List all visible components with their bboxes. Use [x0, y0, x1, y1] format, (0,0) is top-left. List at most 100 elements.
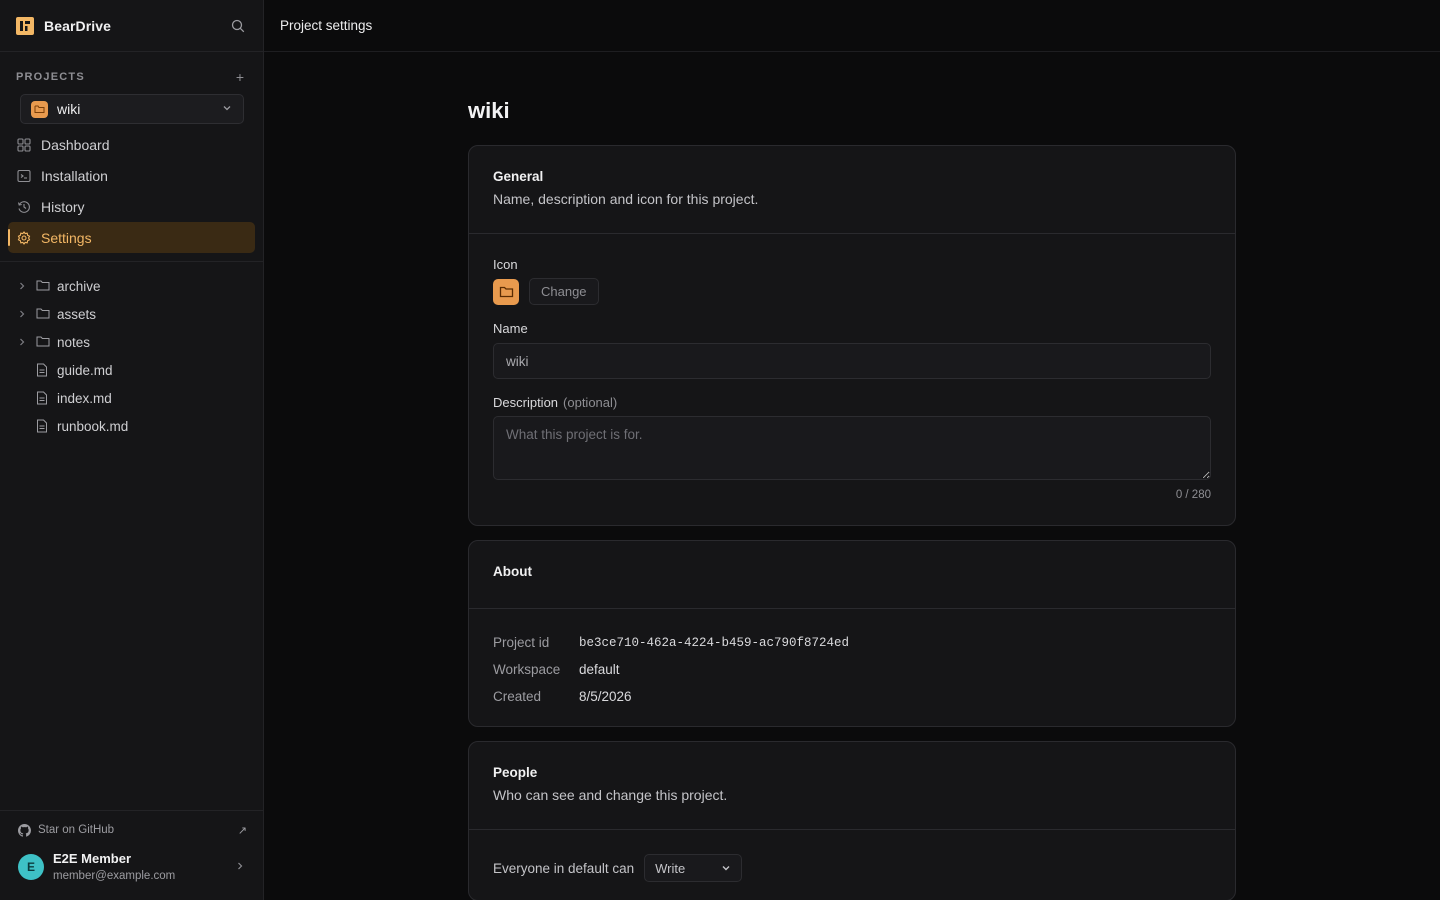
about-row-workspace: Workspace default: [493, 656, 1211, 683]
divider: [0, 261, 263, 262]
sidebar-footer: Star on GitHub ↗ E E2E Member member@exa…: [0, 810, 263, 900]
workspace-value: default: [579, 662, 620, 677]
github-icon: [18, 823, 31, 837]
tree-folder-archive[interactable]: archive: [0, 272, 263, 300]
tree-item-label: notes: [57, 334, 91, 350]
tree-item-label: runbook.md: [57, 418, 129, 434]
sidebar-item-settings[interactable]: Settings: [8, 222, 255, 253]
tree-file-index[interactable]: index.md: [0, 384, 263, 412]
brand-name: BearDrive: [44, 17, 112, 34]
dashboard-icon: [17, 137, 31, 152]
about-row-created: Created 8/5/2026: [493, 683, 1211, 710]
sidebar-item-history[interactable]: History: [8, 191, 255, 222]
people-title: People: [493, 765, 538, 780]
name-field[interactable]: [493, 343, 1211, 379]
about-row-project-id: Project id be3ce710-462a-4224-b459-ac790…: [493, 629, 1211, 656]
folder-icon: [36, 307, 50, 321]
github-star-link[interactable]: Star on GitHub ↗: [0, 821, 263, 839]
beardrive-logo-icon: [16, 16, 34, 35]
folder-icon: [36, 335, 50, 349]
chevron-right-icon[interactable]: [18, 337, 28, 347]
user-info: E2E Member member@example.com: [53, 851, 175, 882]
history-icon: [17, 200, 31, 214]
avatar: E: [18, 853, 44, 880]
tree-item-label: guide.md: [57, 362, 113, 378]
general-card-header: General Name, description and icon for t…: [469, 146, 1235, 234]
sidebar-item-label: Settings: [41, 229, 92, 246]
project-selector-value: wiki: [57, 101, 81, 117]
folder-icon: [36, 279, 50, 293]
permission-value: Write: [655, 860, 686, 876]
tree-file-guide[interactable]: guide.md: [0, 356, 263, 384]
file-icon: [36, 363, 50, 377]
sidebar-nav: Dashboard Installation History Settings: [0, 129, 263, 253]
page-title: wiki: [468, 98, 510, 123]
description-label: Description: [493, 395, 559, 410]
chevron-right-icon[interactable]: [18, 281, 28, 291]
chevron-right-icon[interactable]: [18, 309, 28, 319]
tree-item-label: index.md: [57, 390, 112, 406]
optional-label: (optional): [563, 395, 618, 410]
about-title: About: [493, 564, 532, 579]
chevron-right-icon: [235, 859, 245, 875]
github-link-label: Star on GitHub: [38, 824, 115, 836]
people-card-header: People Who can see and change this proje…: [469, 742, 1235, 830]
chevron-down-icon: [721, 861, 731, 876]
about-card-body: Project id be3ce710-462a-4224-b459-ac790…: [469, 609, 1235, 726]
sidebar-item-label: History: [41, 198, 85, 215]
description-field[interactable]: [493, 416, 1211, 480]
change-icon-button[interactable]: Change: [529, 278, 599, 305]
projects-header: PROJECTS +: [0, 69, 263, 85]
description-char-counter: 0 / 280: [1175, 489, 1211, 501]
file-tree: archive assets notes guide.md index.md r…: [0, 272, 263, 440]
gear-icon: [17, 230, 31, 245]
user-email: member@example.com: [53, 870, 176, 882]
about-key: Workspace: [493, 662, 561, 677]
tree-item-label: archive: [57, 278, 101, 294]
people-card-body: Everyone in default can Write: [469, 854, 1235, 882]
project-folder-icon: [31, 100, 48, 118]
people-description: Who can see and change this project.: [493, 787, 728, 803]
sidebar: BearDrive PROJECTS + wiki Dashboard Inst…: [0, 0, 264, 900]
settings-main: wiki General Name, description and icon …: [468, 52, 1236, 900]
tree-folder-notes[interactable]: notes: [0, 328, 263, 356]
add-project-button[interactable]: +: [233, 69, 247, 85]
general-card: General Name, description and icon for t…: [468, 145, 1236, 526]
sidebar-item-label: Dashboard: [41, 136, 110, 153]
sidebar-item-label: Installation: [41, 167, 108, 184]
everyone-label: Everyone in default can: [493, 860, 635, 876]
permission-select[interactable]: Write: [644, 854, 743, 882]
sidebar-header: BearDrive: [0, 0, 263, 52]
search-icon[interactable]: [229, 17, 247, 35]
projects-label: PROJECTS: [16, 71, 85, 83]
sidebar-item-installation[interactable]: Installation: [8, 160, 255, 191]
people-card: People Who can see and change this proje…: [468, 741, 1236, 900]
general-title: General: [493, 169, 544, 184]
about-card: About Project id be3ce710-462a-4224-b459…: [468, 540, 1236, 727]
tree-item-label: assets: [57, 306, 97, 322]
general-description: Name, description and icon for this proj…: [493, 191, 759, 207]
project-folder-icon[interactable]: [493, 278, 519, 305]
about-key: Project id: [493, 635, 550, 650]
tree-file-runbook[interactable]: runbook.md: [0, 412, 263, 440]
description-label-row: Description (optional): [493, 395, 1211, 410]
icon-picker: Change: [493, 278, 1211, 305]
project-id-value: be3ce710-462a-4224-b459-ac790f8724ed: [579, 635, 850, 650]
icon-label: Icon: [493, 257, 518, 272]
file-icon: [36, 419, 50, 433]
default-permission-row: Everyone in default can Write: [493, 854, 1211, 882]
about-key: Created: [493, 689, 542, 704]
page-breadcrumb: Project settings: [280, 18, 373, 33]
tree-folder-assets[interactable]: assets: [0, 300, 263, 328]
external-link-icon: ↗: [237, 824, 247, 837]
project-selector[interactable]: wiki: [20, 94, 244, 124]
topbar: Project settings: [264, 0, 1440, 52]
created-value: 8/5/2026: [579, 689, 632, 704]
sidebar-item-dashboard[interactable]: Dashboard: [8, 129, 255, 160]
user-name: E2E Member: [53, 851, 132, 866]
chevron-down-icon: [221, 101, 233, 117]
user-menu[interactable]: E E2E Member member@example.com: [0, 851, 263, 882]
name-label: Name: [493, 321, 528, 336]
about-card-header: About: [469, 541, 1235, 609]
terminal-icon: [17, 169, 31, 183]
